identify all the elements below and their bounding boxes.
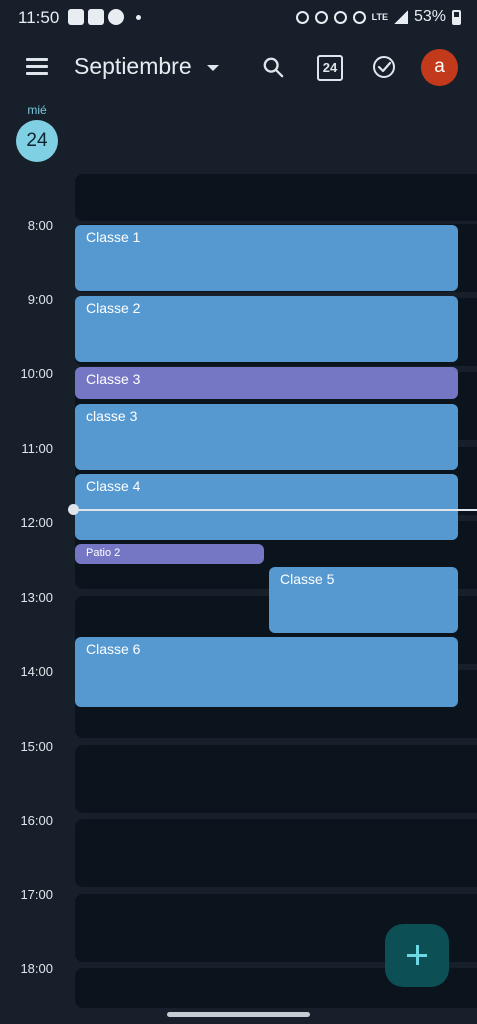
hour-label: 15:00 [20, 739, 53, 754]
event-classe-6[interactable]: Classe 6 [75, 637, 458, 707]
hour-label: 16:00 [20, 813, 53, 828]
hour-label: 13:00 [20, 590, 53, 605]
signal-icon [393, 10, 408, 24]
hour-label: 11:00 [21, 441, 53, 456]
photos-icon [88, 9, 104, 25]
status-time: 11:50 [18, 8, 60, 27]
system-icons: LTE 53% [295, 8, 461, 26]
hour-label: 14:00 [20, 664, 53, 679]
hour-label: 12:00 [20, 515, 53, 530]
day-number[interactable]: 24 [16, 120, 58, 162]
bluetooth-icon [333, 10, 347, 24]
current-time-dot [68, 504, 79, 515]
gmail-icon [68, 9, 84, 25]
add-icon-bar [407, 954, 427, 957]
dropdown-caret-icon[interactable] [207, 65, 219, 71]
event-classe-4[interactable]: Classe 4 [75, 474, 458, 540]
month-selector[interactable]: Septiembre [74, 53, 192, 80]
today-icon[interactable]: 24 [317, 55, 343, 81]
event-classe-3[interactable]: Classe 3 [75, 367, 458, 399]
hour-cell[interactable] [75, 745, 477, 813]
avatar[interactable]: a [421, 49, 458, 86]
battery-percent: 53% [413, 8, 446, 25]
current-time-line [74, 509, 477, 511]
mute-icon [352, 10, 366, 24]
event-classe-3-lowercase[interactable]: classe 3 [75, 404, 458, 470]
battery-icon [452, 9, 461, 25]
tasks-icon[interactable] [372, 55, 396, 79]
status-bar: 11:50 LTE 53% [0, 0, 477, 36]
hour-label: 8:00 [27, 218, 53, 233]
day-name: mié [27, 103, 47, 117]
menu-icon[interactable] [26, 58, 48, 76]
hour-label: 10:00 [20, 366, 53, 381]
search-icon[interactable] [262, 56, 284, 78]
more-notifications-icon [136, 14, 141, 20]
network-type: LTE [371, 11, 388, 22]
notification-icons [68, 9, 141, 25]
app-notification-icon [108, 9, 124, 25]
alarm-icon [314, 10, 328, 24]
hour-cell[interactable] [75, 174, 477, 221]
day-header: mié 24 [16, 103, 58, 162]
create-event-button[interactable] [385, 924, 449, 987]
home-indicator[interactable] [167, 1012, 310, 1017]
event-classe-5[interactable]: Classe 5 [269, 567, 458, 633]
event-patio-2[interactable]: Patio 2 [75, 544, 264, 564]
app-bar: Septiembre 24 a [0, 40, 477, 96]
event-classe-1[interactable]: Classe 1 [75, 225, 458, 291]
lock-icon [295, 10, 309, 24]
event-classe-2[interactable]: Classe 2 [75, 296, 458, 362]
hour-label: 17:00 [20, 887, 53, 902]
hour-cell[interactable] [75, 819, 477, 887]
hour-label: 18:00 [20, 961, 53, 976]
hour-label: 9:00 [27, 292, 53, 307]
